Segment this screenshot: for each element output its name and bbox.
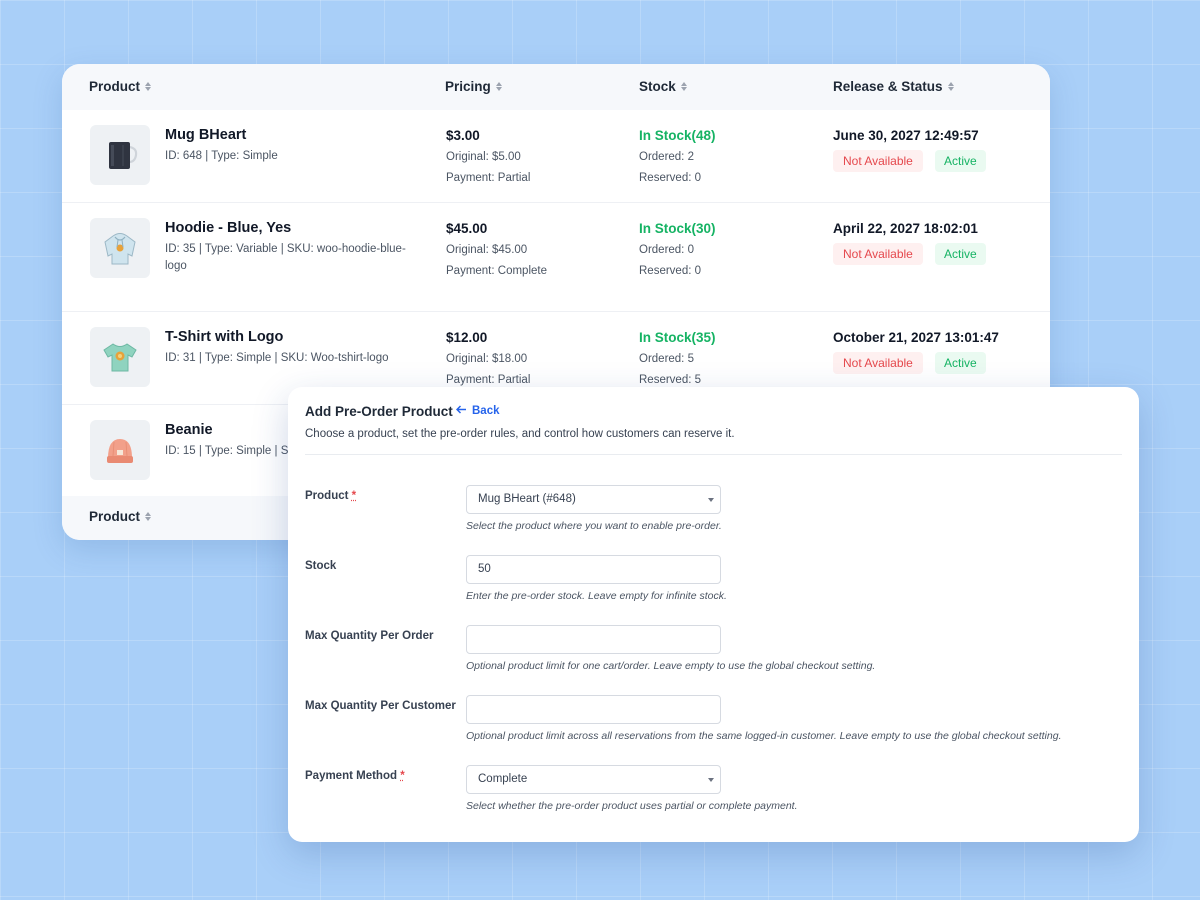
availability-badge: Not Available [833,352,923,374]
column-header-product[interactable]: Product [89,79,152,94]
status-badge: Active [935,243,986,265]
table-row[interactable]: Mug BHeart ID: 648 | Type: Simple $3.00 … [62,110,1050,203]
availability-badge: Not Available [833,150,923,172]
add-preorder-form: Add Pre-Order Product Back Choose a prod… [288,387,1139,842]
form-description: Choose a product, set the pre-order rule… [305,428,735,440]
column-header-stock[interactable]: Stock [639,79,687,94]
product-meta: ID: 35 | Type: Variable | SKU: woo-hoodi… [165,243,406,272]
mug-icon[interactable] [90,125,150,185]
product-name[interactable]: Beanie [165,422,213,438]
product-meta: ID: 648 | Type: Simple [165,150,278,162]
max-qty-per-order-input[interactable] [466,625,721,654]
required-mark: * [351,490,357,502]
original-price: Original: $18.00 [446,353,528,365]
payment-type: Payment: Complete [446,265,547,277]
ordered-count: Ordered: 5 [639,353,694,365]
column-header-release-status[interactable]: Release & Status [833,79,954,94]
max-qty-per-customer-label: Max Quantity Per Customer [305,700,456,712]
sort-icon[interactable] [947,82,954,91]
chevron-down-icon [708,778,714,782]
max-qty-per-order-help: Optional product limit for one cart/orde… [466,660,876,672]
payment-method-help: Select whether the pre-order product use… [466,800,798,812]
release-date: October 21, 2027 13:01:47 [833,330,999,345]
max-qty-per-customer-input[interactable] [466,695,721,724]
price: $45.00 [446,221,488,236]
table-row[interactable]: Hoodie - Blue, Yes ID: 35 | Type: Variab… [62,203,1050,312]
reserved-count: Reserved: 0 [639,265,702,277]
availability-badge: Not Available [833,243,923,265]
chevron-down-icon [708,498,714,502]
max-qty-per-customer-help: Optional product limit across all reserv… [466,730,1062,742]
stock-status: In Stock(35) [639,330,716,345]
column-header-pricing[interactable]: Pricing [445,79,502,94]
product-name[interactable]: Hoodie - Blue, Yes [165,220,291,236]
stock-status: In Stock(48) [639,128,716,143]
stock-status: In Stock(30) [639,221,716,236]
product-name[interactable]: T-Shirt with Logo [165,329,283,345]
footer-column-product[interactable]: Product [89,509,152,524]
tshirt-icon[interactable] [90,327,150,387]
reserved-count: Reserved: 5 [639,374,702,386]
sort-icon[interactable] [680,82,687,91]
product-name[interactable]: Mug BHeart [165,127,246,143]
status-badge: Active [935,150,986,172]
stock-input[interactable]: 50 [466,555,721,584]
hoodie-icon[interactable] [90,218,150,278]
price: $3.00 [446,128,480,143]
table-header: Product Pricing Stock Release & Status [62,64,1050,110]
product-select[interactable]: Mug BHeart (#648) [466,485,721,514]
ordered-count: Ordered: 2 [639,151,694,163]
payment-method-label: Payment Method * [305,770,405,782]
original-price: Original: $5.00 [446,151,521,163]
form-title: Add Pre-Order Product [305,404,453,419]
max-qty-per-order-label: Max Quantity Per Order [305,630,434,642]
beanie-icon[interactable] [90,420,150,480]
arrow-left-icon [455,405,467,417]
sort-icon[interactable] [495,82,502,91]
divider [305,454,1122,455]
stock-help: Enter the pre-order stock. Leave empty f… [466,590,727,602]
price: $12.00 [446,330,488,345]
reserved-count: Reserved: 0 [639,172,702,184]
sort-icon[interactable] [145,512,152,521]
payment-method-select[interactable]: Complete [466,765,721,794]
release-date: April 22, 2027 18:02:01 [833,221,978,236]
original-price: Original: $45.00 [446,244,528,256]
sort-icon[interactable] [145,82,152,91]
product-label: Product * [305,490,357,502]
payment-type: Payment: Partial [446,374,531,386]
payment-type: Payment: Partial [446,172,531,184]
release-date: June 30, 2027 12:49:57 [833,128,979,143]
back-button[interactable]: Back [455,405,500,417]
ordered-count: Ordered: 0 [639,244,694,256]
status-badge: Active [935,352,986,374]
product-help: Select the product where you want to ena… [466,520,722,532]
stock-label: Stock [305,560,337,572]
product-meta: ID: 31 | Type: Simple | SKU: Woo-tshirt-… [165,352,389,364]
required-mark: * [400,770,405,782]
